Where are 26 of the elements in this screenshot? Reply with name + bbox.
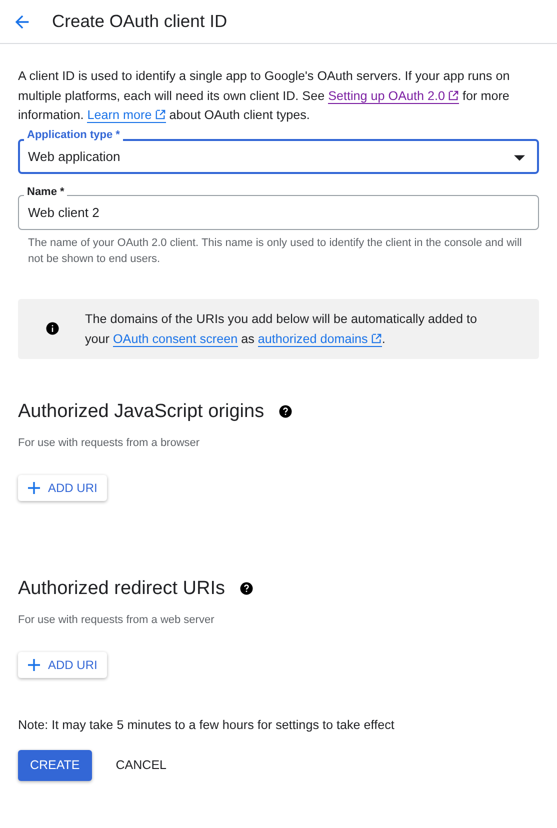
add-uri-button[interactable]: ADD URI (18, 652, 108, 678)
cancel-button[interactable]: CANCEL (98, 750, 184, 780)
field-label: Application type * (24, 128, 123, 140)
section-subtitle: For use with requests from a web server (18, 614, 216, 626)
plus-icon (28, 658, 40, 670)
help-icon[interactable] (278, 404, 294, 419)
page-title: Create OAuth client ID (52, 11, 228, 32)
link[interactable]: Setting up OAuth 2.0 (328, 88, 460, 104)
section-heading: Authorized JavaScript origins (18, 400, 264, 422)
field-label: Name * (24, 186, 68, 198)
section-subtitle: For use with requests from a browser (18, 436, 201, 448)
info-text: The domains of the URIs you add below will be automatically added to your OAuth consent screen as authorized domains . (85, 310, 478, 348)
link[interactable]: authorized domains (258, 332, 382, 346)
plus-icon (28, 482, 40, 494)
helper-text: The name of your OAuth 2.0 client. This name is only used to identify the client in the console and will not be shown to end users. (28, 236, 523, 266)
dropdown-caret-icon (514, 154, 525, 160)
link[interactable]: OAuth consent screen (113, 332, 238, 346)
section-heading: Authorized redirect URIs (18, 578, 225, 600)
help-icon[interactable] (238, 581, 254, 596)
note-text: Note: It may take 5 minutes to a few hours for settings to take effect (18, 718, 396, 732)
add-uri-button[interactable]: ADD URI (18, 474, 108, 500)
create-button[interactable]: CREATE (18, 750, 92, 780)
intro-paragraph: A client ID is used to identify a single app to Google's OAuth servers. If your app runs on multiple platforms, each will need its own client ID. See Setting up OAuth 2.0 for more information. Learn more about OAuth client types. (18, 68, 511, 125)
name-field[interactable]: Web client 2 (18, 194, 539, 230)
info-icon (45, 321, 60, 336)
link[interactable]: Learn more (87, 108, 166, 123)
